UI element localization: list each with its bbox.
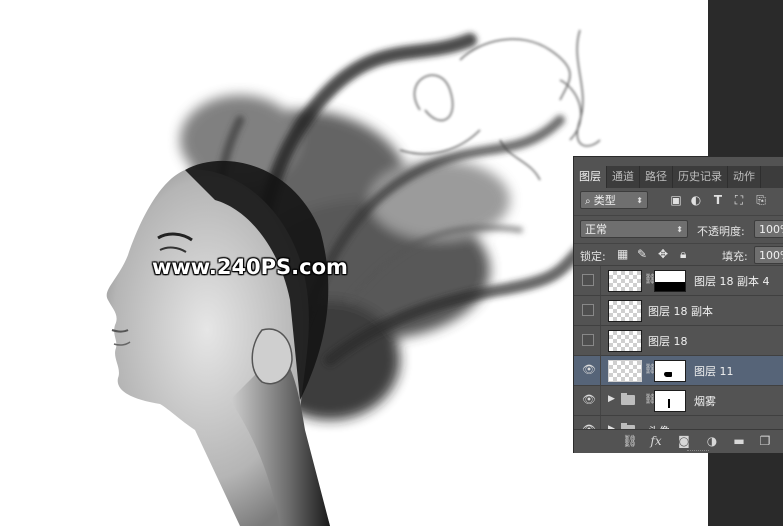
mask-black-region: [655, 282, 685, 291]
layer-name: 图层 11: [694, 365, 734, 378]
layer-filter-select[interactable]: ⌕ 类型 ⬍: [580, 191, 648, 209]
divider: [600, 356, 601, 385]
lock-transparent-icon[interactable]: ▦: [617, 247, 628, 261]
adjustment-layer-icon[interactable]: ◑: [704, 434, 720, 448]
lock-row: 锁定: ▦ ✎ ✥ 🔒︎ 填充: 100%: [574, 243, 783, 266]
link-icon[interactable]: ⛓: [622, 434, 638, 448]
visibility-toggle[interactable]: [582, 334, 594, 346]
fx-icon[interactable]: fx: [648, 434, 664, 448]
updown-arrow-icon: ⬍: [636, 196, 643, 205]
panel-resize-handle[interactable]: [687, 450, 709, 453]
shape-icon[interactable]: ⛶: [732, 193, 746, 207]
layer-thumbnail: [608, 330, 642, 352]
panel-bottom-toolbar: ⛓ fx ◙ ◑ ▬ ❐: [574, 429, 783, 453]
divider: [600, 386, 601, 415]
layer-name: 图层 18 副本 4: [694, 275, 770, 288]
eye-icon[interactable]: 👁︎: [582, 364, 596, 376]
tab-paths[interactable]: 路径: [640, 166, 673, 188]
fill-label: 填充:: [722, 250, 748, 263]
layer-thumbnail: [608, 360, 642, 382]
tab-history[interactable]: 历史记录: [673, 166, 728, 188]
tab-channels[interactable]: 通道: [607, 166, 640, 188]
divider: [600, 266, 601, 295]
visibility-toggle[interactable]: [582, 274, 594, 286]
layer-mask-thumbnail[interactable]: [654, 390, 686, 412]
lock-move-icon[interactable]: ✥: [658, 247, 668, 261]
mask-black-region: [668, 399, 670, 408]
divider: [600, 326, 601, 355]
blend-mode-value: 正常: [585, 223, 607, 236]
expand-triangle-icon[interactable]: ▶: [608, 394, 615, 404]
watermark-text: www.240PS.com: [152, 255, 348, 279]
blend-mode-select[interactable]: 正常 ⬍: [580, 220, 688, 238]
layer-row[interactable]: 图层 18 副本: [574, 295, 783, 325]
visibility-toggle[interactable]: [582, 304, 594, 316]
opacity-input[interactable]: 100%: [754, 220, 783, 238]
layer-mask-thumbnail[interactable]: [654, 270, 686, 292]
layer-thumbnail: [608, 270, 642, 292]
updown-arrow-icon: ⬍: [676, 225, 683, 234]
mask-black-region: [664, 372, 672, 377]
new-layer-icon[interactable]: ❐: [757, 434, 773, 448]
layer-name: 图层 18: [648, 335, 688, 348]
layers-panel: 图层 通道 路径 历史记录 动作 ⌕ 类型 ⬍ ▣ ◐ T ⛶ ⎘ 正常 ⬍ 不…: [573, 156, 783, 453]
panel-tabs: 图层 通道 路径 历史记录 动作: [574, 166, 783, 188]
type-icon[interactable]: T: [711, 193, 725, 207]
fill-input[interactable]: 100%: [754, 246, 783, 264]
layer-row[interactable]: ⛓ 图层 18 副本 4: [574, 265, 783, 295]
layer-mask-thumbnail[interactable]: [654, 360, 686, 382]
layer-row[interactable]: 图层 18: [574, 325, 783, 355]
layer-row-selected[interactable]: 👁︎ ⛓ 图层 11: [574, 355, 783, 385]
tab-actions[interactable]: 动作: [728, 166, 761, 188]
folder-icon: [621, 393, 635, 405]
lock-brush-icon[interactable]: ✎: [637, 247, 647, 261]
lock-all-icon[interactable]: 🔒︎: [680, 247, 686, 262]
lock-label: 锁定:: [580, 250, 606, 263]
mask-icon[interactable]: ◙: [676, 434, 692, 448]
layer-group-row[interactable]: 👁︎ ▶ ⛓ 烟雾: [574, 385, 783, 415]
blend-row: 正常 ⬍ 不透明度: 100%: [574, 215, 783, 242]
filter-type-label: 类型: [593, 194, 616, 207]
layer-name: 图层 18 副本: [648, 305, 713, 318]
layer-name: 烟雾: [694, 395, 716, 408]
layer-thumbnail: [608, 300, 642, 322]
new-group-icon[interactable]: ▬: [731, 434, 747, 448]
adjustment-icon[interactable]: ◐: [689, 193, 703, 207]
eye-icon[interactable]: 👁︎: [582, 394, 596, 406]
opacity-label: 不透明度:: [697, 225, 745, 238]
smart-object-icon[interactable]: ⎘: [754, 193, 768, 207]
tab-layers[interactable]: 图层: [574, 166, 607, 188]
divider: [600, 296, 601, 325]
search-icon: ⌕: [585, 196, 594, 207]
image-icon[interactable]: ▣: [669, 193, 683, 207]
